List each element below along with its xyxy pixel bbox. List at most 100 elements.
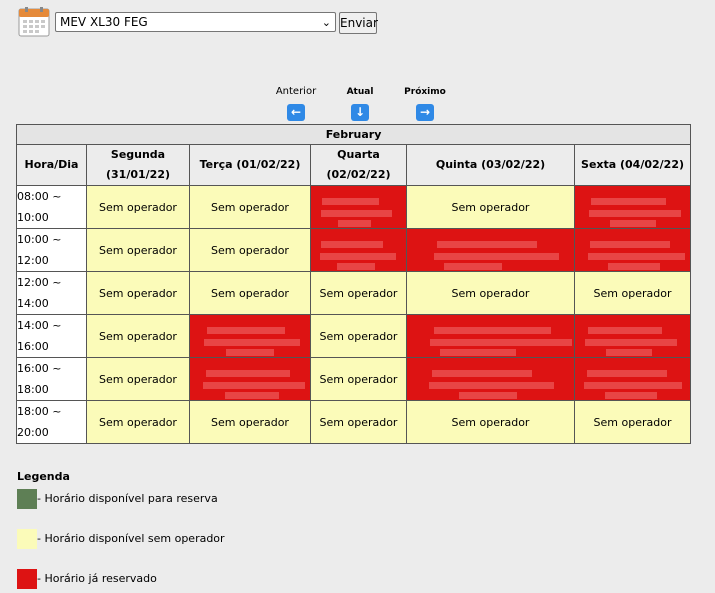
redacted-text (428, 382, 554, 389)
time-slot-label: 16:00 ~ 18:00 (16, 357, 87, 401)
redacted-text (206, 327, 285, 334)
schedule-row: 10:00 ~ 12:00 Sem operador Sem operador (16, 228, 692, 272)
redacted-text (204, 339, 301, 346)
slot-reserved[interactable] (573, 357, 692, 401)
redacted-text (319, 253, 396, 260)
redacted-text (430, 339, 573, 346)
legend-item: - Horário disponível para reserva (17, 489, 218, 509)
slot-reserved[interactable] (573, 314, 692, 358)
redacted-text (584, 382, 682, 389)
slot-free[interactable]: Sem operador (406, 185, 575, 229)
nav-next-label: Próximo (404, 87, 446, 97)
day-header: Quinta (03/02/22) (406, 144, 575, 186)
legend: Legenda - Horário disponível para reserv… (17, 470, 225, 589)
slot-free[interactable]: Sem operador (86, 400, 190, 444)
redacted-text (589, 241, 671, 248)
legend-label: - Horário já reservado (37, 572, 157, 585)
day-header: Terça (01/02/22) (189, 144, 311, 186)
redacted-text (585, 339, 678, 346)
redacted-text (433, 253, 559, 260)
redacted-text (587, 327, 663, 334)
slot-free[interactable]: Sem operador (189, 228, 311, 272)
legend-swatch (17, 489, 37, 509)
arrow-down-icon[interactable]: ↓ (351, 104, 369, 121)
redacted-text (587, 253, 686, 260)
redacted-text (604, 392, 657, 399)
hour-day-header: Hora/Dia (16, 144, 87, 186)
slot-free[interactable]: Sem operador (189, 185, 311, 229)
slot-free[interactable]: Sem operador (86, 357, 190, 401)
redacted-text (609, 220, 656, 227)
redacted-text (321, 241, 384, 248)
redacted-text (226, 349, 274, 356)
slot-reserved[interactable] (406, 314, 575, 358)
slot-free[interactable]: Sem operador (573, 271, 692, 315)
slot-free[interactable]: Sem operador (406, 271, 575, 315)
slot-reserved[interactable] (310, 185, 407, 229)
slot-free[interactable]: Sem operador (406, 400, 575, 444)
nav-current: Atual ↓ (342, 86, 378, 121)
slot-free[interactable]: Sem operador (573, 400, 692, 444)
time-slot-label: 14:00 ~ 16:00 (16, 314, 87, 358)
day-header: Segunda (31/01/22) (86, 144, 190, 186)
slot-free[interactable]: Sem operador (310, 357, 407, 401)
legend-item: - Horário disponível sem operador (17, 529, 225, 549)
slot-free[interactable]: Sem operador (86, 314, 190, 358)
slot-reserved[interactable] (406, 357, 575, 401)
slot-reserved[interactable] (573, 228, 692, 272)
redacted-text (224, 392, 279, 399)
redacted-text (337, 220, 371, 227)
send-button[interactable]: Enviar (339, 12, 378, 34)
redacted-text (432, 370, 533, 377)
legend-item: - Horário já reservado (17, 569, 157, 589)
slot-free[interactable]: Sem operador (310, 400, 407, 444)
slot-free[interactable]: Sem operador (86, 185, 190, 229)
redacted-text (205, 370, 290, 377)
time-slot-label: 12:00 ~ 14:00 (16, 271, 87, 315)
schedule-row: 08:00 ~ 10:00 Sem operador Sem operador Sem… (16, 185, 692, 229)
nav-previous-label: Anterior (275, 86, 317, 97)
slot-free[interactable]: Sem operador (86, 271, 190, 315)
slot-free[interactable]: Sem operador (189, 271, 311, 315)
arrow-left-icon[interactable]: ← (287, 104, 305, 121)
slot-reserved[interactable] (406, 228, 575, 272)
redacted-text (586, 370, 668, 377)
redacted-text (320, 210, 392, 217)
redacted-text (203, 382, 306, 389)
schedule-table: February Hora/Dia Segunda (31/01/22) Terça… (15, 124, 692, 444)
day-header: Sexta (04/02/22) (573, 144, 692, 186)
slot-free[interactable]: Sem operador (86, 228, 190, 272)
schedule-row: 18:00 ~ 20:00 Sem operador Sem operador Sem… (16, 400, 692, 444)
slot-free[interactable]: Sem operador (189, 400, 311, 444)
redacted-text (606, 349, 653, 356)
nav-current-label: Atual (346, 87, 374, 97)
schedule-row: 12:00 ~ 14:00 Sem operador Sem operador Sem… (16, 271, 692, 315)
equipment-select-value: MEV XL30 FEG (60, 15, 148, 29)
redacted-text (440, 349, 516, 356)
slot-free[interactable]: Sem operador (310, 314, 407, 358)
redacted-text (433, 327, 551, 334)
legend-swatch (17, 529, 37, 549)
time-slot-label: 18:00 ~ 20:00 (16, 400, 87, 444)
redacted-text (437, 241, 538, 248)
chevron-down-icon: ⌄ (321, 16, 331, 29)
time-slot-label: 10:00 ~ 12:00 (16, 228, 87, 272)
slot-reserved[interactable] (310, 228, 407, 272)
legend-title: Legenda (17, 470, 70, 483)
redacted-text (336, 263, 375, 270)
redacted-text (608, 263, 661, 270)
slot-reserved[interactable] (573, 185, 692, 229)
redacted-text (458, 392, 518, 399)
redacted-text (591, 198, 666, 205)
legend-label: - Horário disponível para reserva (37, 492, 218, 505)
month-header: February (15, 124, 692, 145)
redacted-text (322, 198, 380, 205)
legend-label: - Horário disponível sem operador (37, 532, 225, 545)
arrow-right-icon[interactable]: → (416, 104, 434, 121)
equipment-select[interactable]: MEV XL30 FEG ⌄ (55, 12, 336, 32)
slot-free[interactable]: Sem operador (310, 271, 407, 315)
slot-reserved[interactable] (189, 314, 311, 358)
schedule-row: 14:00 ~ 16:00 Sem operador Sem operador (16, 314, 692, 358)
nav-next: Próximo → (400, 86, 450, 121)
slot-reserved[interactable] (189, 357, 311, 401)
